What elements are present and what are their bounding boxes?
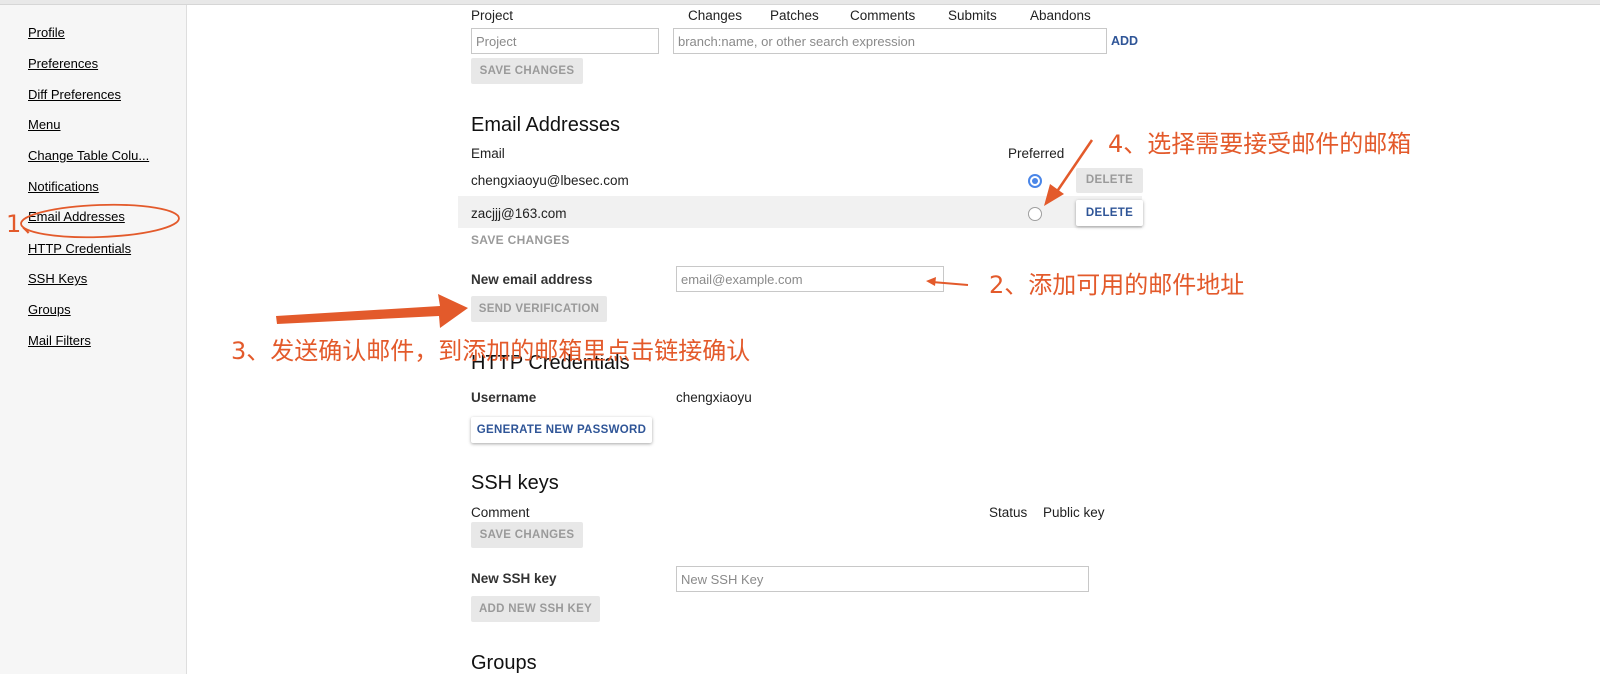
delete-email-2-button[interactable]: DELETE <box>1076 200 1143 226</box>
add-ssh-key-button[interactable]: ADD NEW SSH KEY <box>471 596 600 622</box>
groups-section-title: Groups <box>471 652 537 674</box>
annotation-step-4: 4、选择需要接受邮件的邮箱 <box>1108 130 1412 158</box>
save-projects-button[interactable]: SAVE CHANGES <box>471 58 583 84</box>
generate-password-button[interactable]: GENERATE NEW PASSWORD <box>471 417 652 443</box>
ssh-status-header: Status <box>989 505 1028 520</box>
new-ssh-key-label: New SSH key <box>471 571 557 586</box>
send-verification-button[interactable]: SEND VERIFICATION <box>471 296 607 322</box>
sidebar-item-menu[interactable]: Menu <box>28 117 61 132</box>
project-input[interactable] <box>471 28 659 54</box>
window-top-border <box>0 0 1600 5</box>
column-header-project: Project <box>471 8 514 23</box>
filter-input[interactable] <box>673 28 1107 54</box>
save-emails-button[interactable]: SAVE CHANGES <box>471 233 570 247</box>
sidebar-item-change-table-columns[interactable]: Change Table Colu... <box>28 148 149 163</box>
new-email-input[interactable] <box>676 266 944 292</box>
annotation-step-2: 2、添加可用的邮件地址 <box>989 271 1245 299</box>
preferred-radio-1[interactable] <box>1028 174 1042 188</box>
ssh-section-title: SSH keys <box>471 472 559 494</box>
preferred-column-header: Preferred <box>1008 146 1065 161</box>
new-ssh-key-input[interactable] <box>676 566 1089 592</box>
sidebar-item-diff-preferences[interactable]: Diff Preferences <box>28 87 121 102</box>
sidebar-item-ssh-keys[interactable]: SSH Keys <box>28 271 87 286</box>
sidebar-item-groups[interactable]: Groups <box>28 302 71 317</box>
sidebar-item-mail-filters[interactable]: Mail Filters <box>28 333 91 348</box>
sidebar-item-profile[interactable]: Profile <box>28 25 65 40</box>
column-header-abandons: Abandons <box>1030 8 1091 23</box>
annotation-arrow-3 <box>276 294 468 328</box>
add-project-button[interactable]: ADD <box>1111 34 1138 48</box>
sidebar-item-preferences[interactable]: Preferences <box>28 56 98 71</box>
column-header-comments: Comments <box>850 8 916 23</box>
preferred-radio-2[interactable] <box>1028 207 1042 221</box>
annotation-step-3: 3、发送确认邮件，到添加的邮箱里点击链接确认 <box>231 337 751 365</box>
sidebar-item-notifications[interactable]: Notifications <box>28 179 99 194</box>
save-ssh-button[interactable]: SAVE CHANGES <box>471 522 583 548</box>
email-address-1: chengxiaoyu@lbesec.com <box>471 173 629 188</box>
column-header-submits: Submits <box>948 8 997 23</box>
email-section-title: Email Addresses <box>471 114 620 136</box>
username-value: chengxiaoyu <box>676 390 752 405</box>
ssh-public-key-header: Public key <box>1043 505 1105 520</box>
ssh-comment-header: Comment <box>471 505 530 520</box>
column-header-patches: Patches <box>770 8 819 23</box>
column-header-changes: Changes <box>688 8 743 23</box>
delete-email-1-button[interactable]: DELETE <box>1076 168 1143 193</box>
email-address-2: zacjjj@163.com <box>471 206 567 221</box>
annotation-step-1: 1、 <box>6 210 46 238</box>
username-label: Username <box>471 390 537 405</box>
email-column-header: Email <box>471 146 505 161</box>
sidebar-item-http-credentials[interactable]: HTTP Credentials <box>28 241 131 256</box>
new-email-label: New email address <box>471 272 593 287</box>
